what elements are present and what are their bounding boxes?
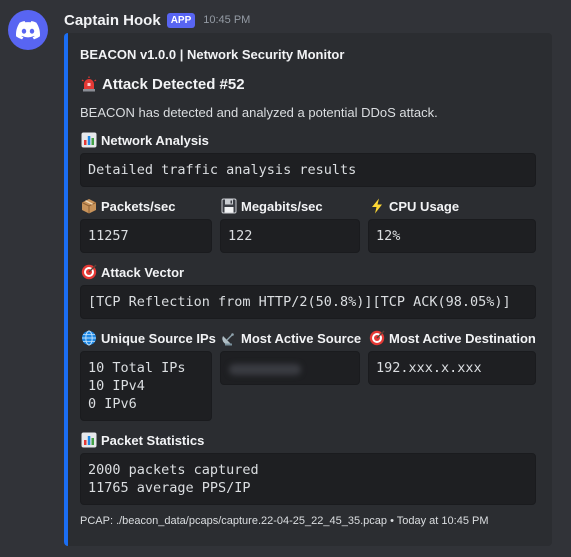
message-header: Captain Hook APP 10:45 PM — [64, 9, 250, 31]
field-most-active-destination-label: Most Active Destination — [368, 329, 536, 347]
app-badge: APP — [166, 12, 196, 28]
direct-hit-icon — [80, 263, 98, 281]
direct-hit-icon — [368, 329, 386, 347]
bar-chart-icon — [80, 131, 98, 149]
field-attack-vector-value: [TCP Reflection from HTTP/2(50.8%)][TCP … — [80, 285, 536, 319]
lightning-icon — [368, 197, 386, 215]
field-cpu-usage-label: CPU Usage — [368, 197, 459, 215]
field-packets-sec-label: Packets/sec — [80, 197, 175, 215]
embed-title: Attack Detected #52 — [80, 75, 245, 93]
field-most-active-source-label: Most Active Source — [220, 329, 361, 347]
embed-footer: PCAP: ./beacon_data/pcaps/capture.22-04-… — [80, 515, 489, 527]
packets-captured: 2000 packets captured — [88, 462, 259, 478]
field-most-active-destination-value: 192.xxx.x.xxx — [368, 351, 536, 385]
bar-chart-icon — [80, 431, 98, 449]
alert-embed: BEACON v1.0.0 | Network Security Monitor… — [64, 33, 552, 546]
message-timestamp[interactable]: 10:45 PM — [203, 14, 250, 26]
username[interactable]: Captain Hook — [64, 12, 161, 29]
satellite-antenna-icon — [220, 329, 238, 347]
bot-avatar[interactable] — [8, 10, 48, 50]
embed-author: BEACON v1.0.0 | Network Security Monitor — [80, 47, 345, 62]
field-network-analysis-value: Detailed traffic analysis results — [80, 153, 536, 187]
field-packet-statistics-value: 2000 packets captured 11765 average PPS/… — [80, 453, 536, 505]
embed-title-text: Attack Detected #52 — [102, 75, 245, 93]
field-unique-source-ips-label: Unique Source IPs — [80, 329, 216, 347]
floppy-disk-icon — [220, 197, 238, 215]
package-icon — [80, 197, 98, 215]
field-network-analysis-label: Network Analysis — [80, 131, 209, 149]
field-packets-sec-value: 11257 — [80, 219, 212, 253]
unique-ips-total: 10 Total IPs — [88, 360, 186, 376]
field-attack-vector-label: Attack Vector — [80, 263, 184, 281]
field-cpu-usage-value: 12% — [368, 219, 536, 253]
field-megabits-sec-value: 122 — [220, 219, 360, 253]
field-megabits-sec-label: Megabits/sec — [220, 197, 323, 215]
average-pps: 11765 average PPS/IP — [88, 480, 251, 496]
redacted-source-ip — [229, 364, 301, 375]
discord-logo-icon — [16, 20, 40, 39]
embed-description: BEACON has detected and analyzed a poten… — [80, 105, 438, 120]
field-unique-source-ips-value: 10 Total IPs 10 IPv4 0 IPv6 — [80, 351, 212, 421]
unique-ips-v6: 0 IPv6 — [88, 396, 137, 412]
field-most-active-source-value — [220, 351, 360, 385]
unique-ips-v4: 10 IPv4 — [88, 378, 145, 394]
rotating-light-icon — [80, 75, 98, 93]
globe-icon — [80, 329, 98, 347]
field-packet-statistics-label: Packet Statistics — [80, 431, 204, 449]
